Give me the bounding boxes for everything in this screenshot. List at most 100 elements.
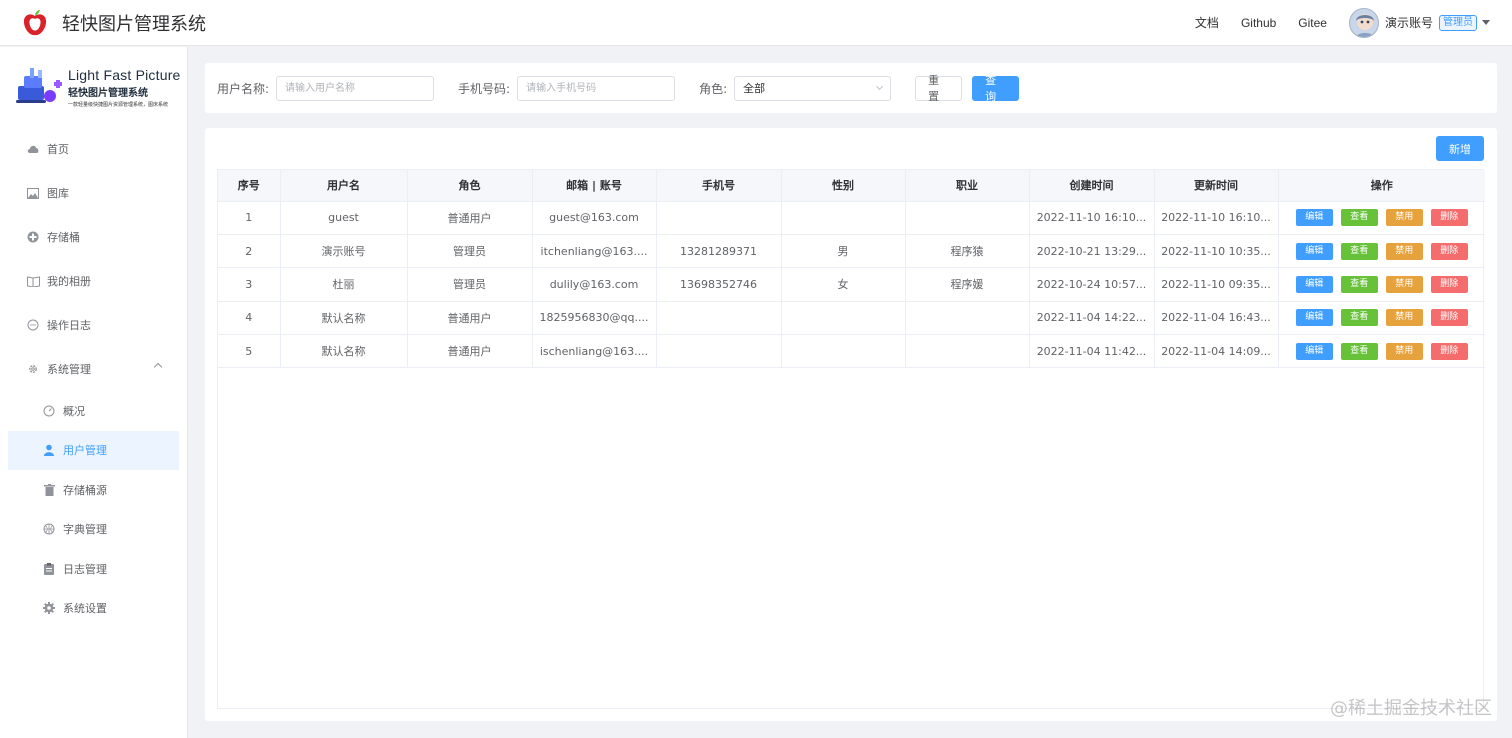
phone-input[interactable] [517,75,676,101]
disable-button[interactable]: 禁用 [1385,275,1423,293]
search-panel: 用户名称: 手机号码: 角色: 全部 重置 查询 [205,63,1497,113]
cell-email: ischenliang@163.... [532,334,657,369]
cell-created: 2022-10-24 10:57... [1029,267,1155,302]
brand-tagline: 一款轻量级快捷图片资源管理系统，图床系统 [68,101,169,108]
cell-email: itchenliang@163.... [532,234,657,269]
cell-username: 杜丽 [280,267,408,302]
delete-button[interactable]: 删除 [1430,242,1468,260]
sidebar-item-gallery[interactable]: 图库 [0,171,187,215]
add-button[interactable]: 新增 [1436,136,1484,161]
role-select[interactable]: 全部 [734,75,892,101]
cloud-icon [26,142,40,156]
cell-created: 2022-11-04 11:42... [1029,334,1155,369]
cell-email: dulily@163.com [532,267,657,302]
disable-button[interactable]: 禁用 [1385,209,1423,227]
sidebar-item-settings[interactable]: 系统设置 [0,589,187,629]
role-select-value: 全部 [743,82,766,95]
view-button[interactable]: 查看 [1340,242,1378,260]
dashboard-icon [42,404,56,418]
cell-username: guest [280,201,408,235]
delete-button[interactable]: 删除 [1430,342,1468,360]
username-input[interactable] [276,75,435,101]
sidebar-item-oplog[interactable]: 操作日志 [0,303,187,347]
book-icon [26,274,40,288]
col-header-gender: 性别 [781,170,906,202]
sidebar-item-dict[interactable]: 字典管理 [0,510,187,550]
edit-button[interactable]: 编辑 [1295,309,1333,327]
edit-button[interactable]: 编辑 [1295,242,1333,260]
sidebar-item-label: 操作日志 [47,319,91,332]
caret-down-icon[interactable] [1482,20,1490,25]
sidebar-item-overview[interactable]: 概况 [0,391,187,431]
content-panel: 新增 序号 用户名 角色 邮箱 | 账号 手机号 性别 职业 创建时间 更新时间… [205,128,1497,721]
chevron-up-icon [153,362,163,372]
delete-button[interactable]: 删除 [1430,209,1468,227]
col-header-updated: 更新时间 [1154,170,1279,202]
cell-index: 5 [218,334,281,369]
docs-link[interactable]: 文档 [1195,14,1219,31]
sidebar-item-bucket[interactable]: 存储桶 [0,215,187,259]
query-button[interactable]: 查询 [972,74,1020,103]
sidebar-item-label: 系统设置 [63,602,107,616]
cell-actions: 编辑 查看 禁用 删除 [1278,201,1485,235]
cell-phone [656,334,782,369]
cell-actions: 编辑 查看 禁用 删除 [1278,334,1485,369]
edit-button[interactable]: 编辑 [1295,209,1333,227]
reset-button[interactable]: 重置 [915,74,963,103]
cell-index: 2 [218,234,281,269]
gitee-link[interactable]: Gitee [1298,16,1327,30]
cell-index: 4 [218,301,281,336]
cell-updated: 2022-11-04 14:09... [1154,334,1279,369]
cell-gender [781,201,906,235]
user-icon [42,443,56,457]
disable-button[interactable]: 禁用 [1385,342,1423,360]
disable-button[interactable]: 禁用 [1385,309,1423,327]
view-button[interactable]: 查看 [1340,209,1378,227]
col-header-username: 用户名 [280,170,408,202]
view-button[interactable]: 查看 [1340,309,1378,327]
cell-actions: 编辑 查看 禁用 删除 [1278,267,1485,302]
col-header-phone: 手机号 [656,170,782,202]
cell-index: 3 [218,267,281,302]
sidebar-item-system[interactable]: 系统管理 [0,347,187,391]
github-link[interactable]: Github [1241,16,1276,30]
sidebar-item-label: 日志管理 [63,562,107,576]
user-name[interactable]: 演示账号 [1385,14,1433,31]
sidebar-item-label: 字典管理 [63,523,107,537]
sidebar-item-album[interactable]: 我的相册 [0,259,187,303]
sidebar-item-home[interactable]: 首页 [0,127,187,171]
cell-phone [656,301,782,336]
chevron-down-icon [876,82,884,91]
sidebar-item-logs[interactable]: 日志管理 [0,549,187,589]
cell-role: 管理员 [407,234,533,269]
cell-created: 2022-10-21 13:29... [1029,234,1155,269]
col-header-actions: 操作 [1278,170,1485,202]
table-row: 1 guest 普通用户 guest@163.com 2022-11-10 16… [218,201,1485,235]
col-header-job: 职业 [905,170,1030,202]
sidebar-item-bucket-source[interactable]: 存储桶源 [0,470,187,510]
cell-role: 普通用户 [407,334,533,369]
edit-button[interactable]: 编辑 [1295,342,1333,360]
cell-job [905,301,1030,336]
sidebar-item-label: 首页 [47,143,69,156]
view-button[interactable]: 查看 [1340,342,1378,360]
avatar[interactable] [1348,7,1379,38]
brand-name-en: Light Fast Picture [68,66,181,83]
col-header-index: 序号 [218,170,281,202]
disable-button[interactable]: 禁用 [1385,242,1423,260]
cell-role: 普通用户 [407,301,533,336]
delete-button[interactable]: 删除 [1430,309,1468,327]
user-table: 序号 用户名 角色 邮箱 | 账号 手机号 性别 职业 创建时间 更新时间 操作… [217,169,1485,709]
cell-updated: 2022-11-10 10:35... [1154,234,1279,269]
sidebar-item-label: 用户管理 [63,444,107,458]
view-button[interactable]: 查看 [1340,275,1378,293]
clipboard-icon [42,562,56,576]
brand-name-cn: 轻快图片管理系统 [68,87,148,99]
sidebar-item-users[interactable]: 用户管理 [8,430,179,470]
delete-button[interactable]: 删除 [1430,275,1468,293]
gear-icon [26,362,40,376]
app-title: 轻快图片管理系统 [62,13,206,35]
brand-logo-icon [14,66,64,108]
edit-button[interactable]: 编辑 [1295,275,1333,293]
sidebar-item-label: 存储桶源 [63,483,107,497]
